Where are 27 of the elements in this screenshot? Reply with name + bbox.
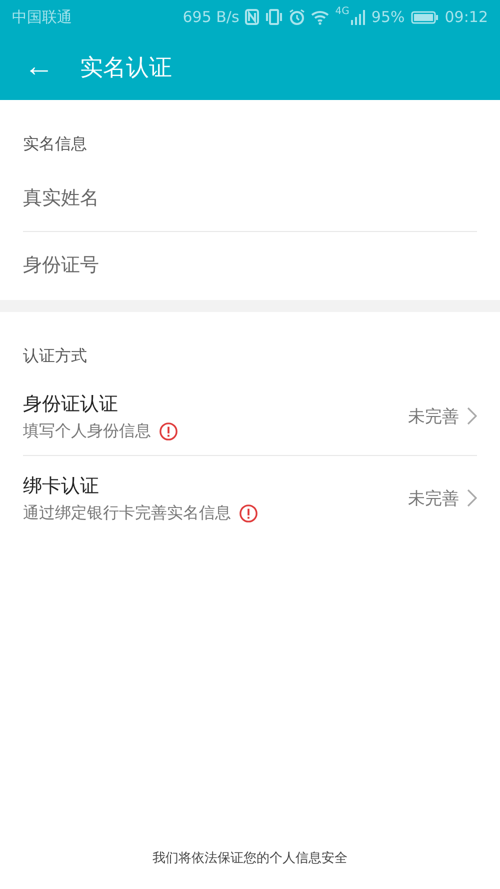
nfc-icon (245, 9, 260, 25)
battery-percent: 95% (371, 8, 405, 26)
method-description: 通过绑定银行卡完善实名信息 (23, 502, 231, 524)
warning-icon (159, 422, 178, 440)
clock-time: 09:12 (444, 8, 488, 26)
status-label: 未完善 (408, 406, 459, 428)
section-title: 实名信息 (22, 133, 88, 155)
verification-row[interactable]: 身份证认证 填写个人身份信息 未完善 (23, 377, 477, 456)
method-title: 身份证认证 (23, 392, 119, 416)
vibrate-icon (265, 9, 284, 25)
battery-icon (410, 10, 439, 24)
chevron-right-icon (467, 407, 477, 425)
network-speed: 695 B/s (182, 8, 240, 26)
page-title: 实名认证 (80, 54, 172, 82)
warning-icon (239, 504, 258, 522)
section-title: 认证方式 (22, 345, 88, 367)
method-title: 绑卡认证 (23, 474, 100, 498)
network-type: 4G (335, 6, 350, 17)
chevron-right-icon (467, 489, 477, 507)
status-label: 未完善 (408, 488, 459, 510)
method-description: 填写个人身份信息 (23, 420, 151, 442)
signal-icon (351, 10, 366, 24)
privacy-note: 我们将依法保证您的个人信息安全 (152, 851, 348, 866)
carrier-name: 中国联通 (12, 8, 72, 26)
alarm-icon (289, 9, 306, 25)
verification-row[interactable]: 绑卡认证 通过绑定银行卡完善实名信息 未完善 (23, 456, 477, 540)
wifi-icon (311, 10, 330, 24)
